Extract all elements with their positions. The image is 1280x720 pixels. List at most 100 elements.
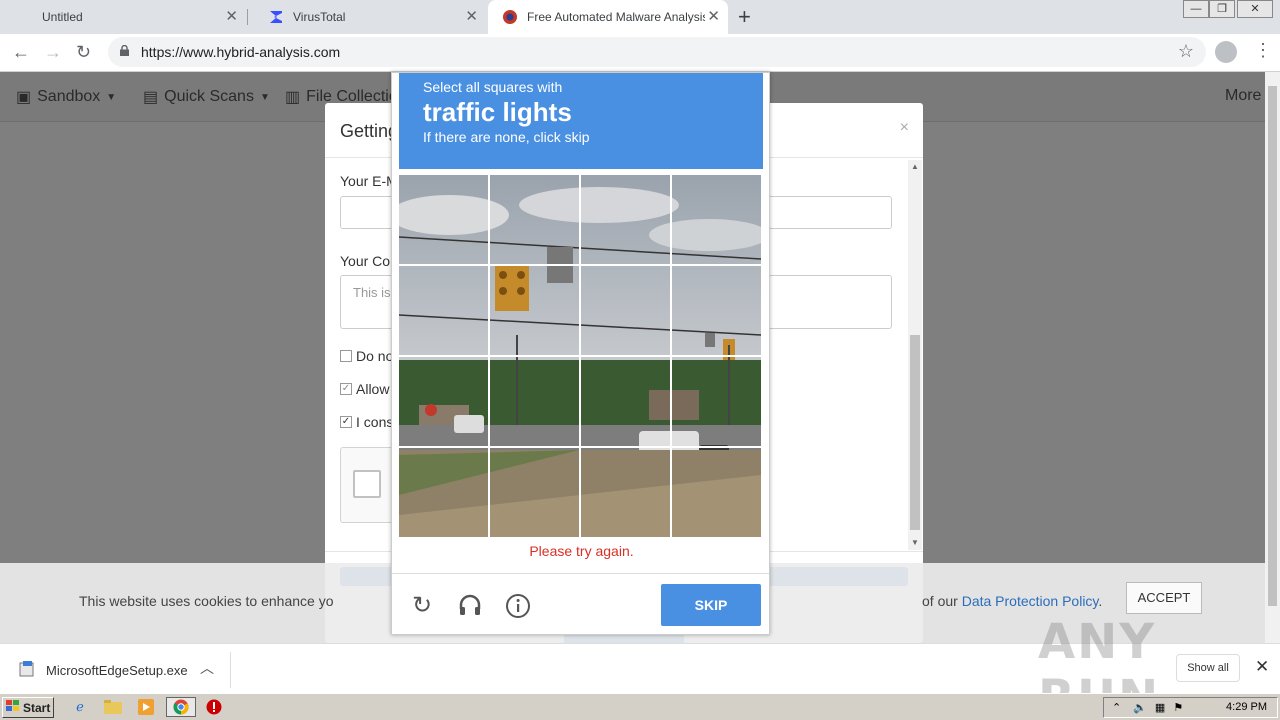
challenge-tile[interactable] [671,447,762,538]
checkbox[interactable]: ✓ [340,383,352,395]
profile-avatar[interactable] [1215,41,1237,63]
start-label: Start [23,700,51,715]
info-icon[interactable] [505,593,531,619]
checkbox[interactable] [340,350,352,362]
flag-icon[interactable]: ⚑ [1173,701,1183,714]
volume-icon[interactable]: 🔈 [1133,701,1147,714]
challenge-header: Select all squares with traffic lights I… [399,73,763,169]
back-icon[interactable]: ← [12,41,30,63]
page-scrollbar[interactable] [1265,72,1280,643]
scroll-down-icon[interactable]: ▼ [911,538,919,547]
checkbox-row[interactable]: Do no [340,348,393,364]
divider [392,573,769,574]
challenge-tile[interactable] [580,447,671,538]
challenge-tile[interactable] [398,447,489,538]
challenge-grid [398,174,762,538]
skip-button[interactable]: SKIP [661,584,761,626]
download-item[interactable]: MicrosoftEdgeSetup.exe [18,660,188,681]
hybrid-analysis-favicon [502,9,518,25]
checkbox[interactable]: ✓ [340,416,352,428]
challenge-hint: If there are none, click skip [423,129,590,145]
network-icon[interactable]: ▦ [1155,701,1165,714]
tab-title: Untitled [42,10,83,24]
recaptcha-challenge: Select all squares with traffic lights I… [391,72,770,635]
address-bar[interactable]: https://www.hybrid-analysis.com ☆ [108,37,1206,67]
close-tab-icon[interactable]: ✕ [465,9,478,25]
challenge-tile[interactable] [398,174,489,265]
tab-strip: Untitled ✕ VirusTotal ✕ Free Automated M… [0,0,1280,34]
cookie-text-tail: of our [922,593,958,609]
challenge-tile[interactable] [398,265,489,356]
close-icon[interactable]: × [900,119,909,137]
tab-virustotal[interactable]: VirusTotal ✕ [254,0,486,34]
checkbox-label: I cons [356,414,394,430]
challenge-tile[interactable] [489,174,580,265]
checkbox-row[interactable]: ✓ I cons [340,414,393,430]
checkbox-label: Do no [356,348,394,364]
url-text: https://www.hybrid-analysis.com [141,44,341,60]
audio-icon[interactable] [457,593,483,619]
modal-scrollbar[interactable]: ▲ ▼ [908,160,922,550]
lock-icon [120,45,129,56]
system-tray: ⌃ 🔈 ▦ ⚑ 4:29 PM [1103,697,1278,718]
folder-icon[interactable] [103,698,123,716]
error-message: Please try again. [529,543,634,559]
close-tab-icon[interactable]: ✕ [707,9,720,25]
tab-untitled[interactable]: Untitled ✕ [28,0,246,34]
challenge-tile[interactable] [671,356,762,447]
bookmark-star-icon[interactable]: ☆ [1178,41,1194,62]
challenge-tile[interactable] [580,174,671,265]
challenge-tile[interactable] [671,265,762,356]
stop-icon[interactable] [204,698,224,716]
download-filename: MicrosoftEdgeSetup.exe [46,663,188,678]
checkbox-row[interactable]: ✓ Allow [340,381,389,397]
challenge-tile[interactable] [580,265,671,356]
cookie-text: This website uses cookies to enhance yo [79,593,334,609]
menu-icon[interactable]: ⋮ [1254,40,1272,61]
challenge-tile[interactable] [489,447,580,538]
data-protection-link[interactable]: Data Protection Policy [962,593,1099,609]
tab-separator [247,9,248,25]
windows-logo-icon [6,700,20,715]
comment-label: Your Con [340,253,398,269]
accept-cookies-button[interactable]: ACCEPT [1126,582,1202,614]
reload-icon[interactable]: ↻ [409,593,435,619]
tab-title: Free Automated Malware Analysis Se [527,10,705,24]
taskbar: Start ℯ ⌃ 🔈 ▦ ⚑ 4:29 PM [0,693,1280,720]
virustotal-icon [268,9,284,25]
start-button[interactable]: Start [2,697,54,718]
minimize-button[interactable]: — [1183,0,1209,18]
new-tab-button[interactable]: + [738,5,751,29]
cookie-period: . [1098,593,1103,609]
recaptcha-checkbox[interactable] [353,470,381,498]
challenge-tile[interactable] [489,356,580,447]
scroll-thumb[interactable] [910,335,920,530]
cookie-text-end: of our Data Protection Policy. [922,593,1102,609]
divider [230,652,231,688]
challenge-tile[interactable] [489,265,580,356]
close-window-button[interactable]: ✕ [1237,0,1273,18]
modal-title: Getting [340,121,399,141]
challenge-target: traffic lights [423,97,572,127]
challenge-tile[interactable] [580,356,671,447]
forward-icon[interactable]: → [44,41,62,63]
challenge-instruction: Select all squares with [423,79,563,95]
scroll-thumb[interactable] [1268,86,1277,606]
scroll-up-icon[interactable]: ▲ [911,162,919,171]
challenge-tile[interactable] [671,174,762,265]
tab-hybrid-analysis[interactable]: Free Automated Malware Analysis Se ✕ [488,0,728,34]
checkbox-label: Allow [356,381,390,397]
challenge-tile[interactable] [398,356,489,447]
clock: 4:29 PM [1226,701,1267,713]
comment-placeholder: This is [353,285,391,300]
maximize-button[interactable]: ❐ [1209,0,1235,18]
reload-icon[interactable]: ↻ [76,41,91,63]
close-tab-icon[interactable]: ✕ [225,9,238,25]
chevron-up-icon[interactable]: ︿ [200,658,214,678]
tab-title: VirusTotal [293,10,346,24]
tray-expand-icon[interactable]: ⌃ [1112,701,1121,714]
browser-toolbar: ← → ↻ https://www.hybrid-analysis.com ☆ [0,34,1280,72]
media-player-icon[interactable] [136,698,156,716]
ie-icon[interactable]: ℯ [70,698,90,716]
chrome-taskbar-icon[interactable] [166,697,196,717]
